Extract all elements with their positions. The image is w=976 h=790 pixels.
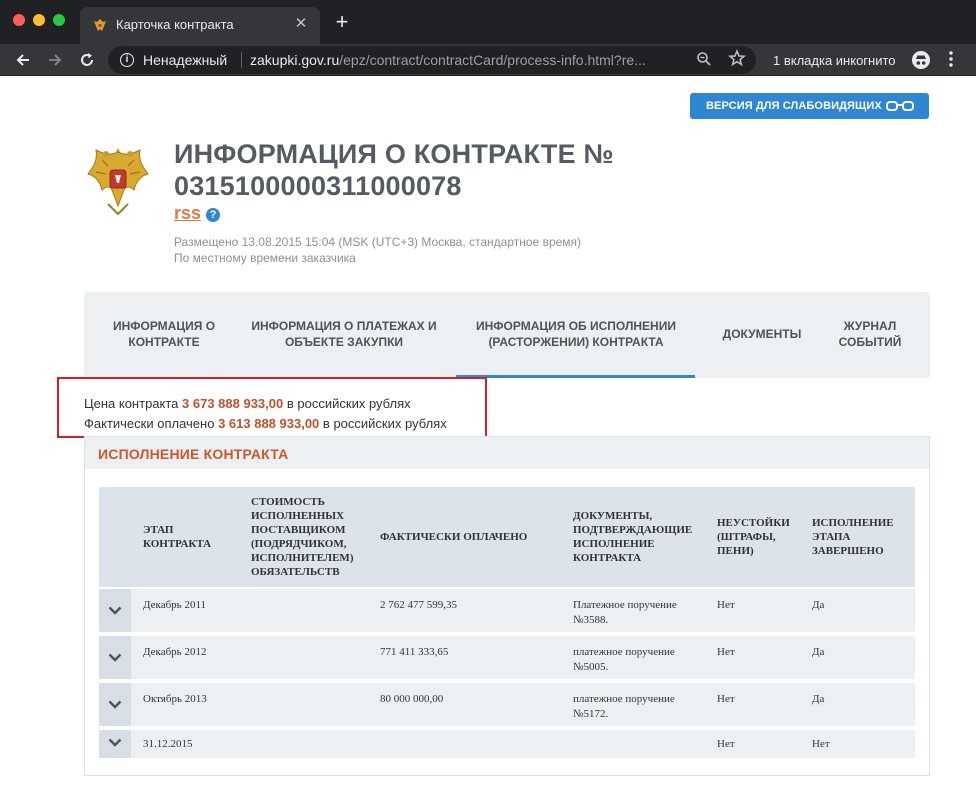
tab-event-log[interactable]: ЖУРНАЛ СОБЫТИЙ: [822, 318, 918, 350]
incognito-label[interactable]: 1 вкладка инкогнито: [773, 53, 896, 68]
paid-amount-label: Фактически оплачено: [84, 416, 215, 431]
column-header-cost: СТОИМОСТЬ ИСПОЛНЕННЫХ ПОСТАВЩИКОМ (ПОДРЯ…: [251, 496, 354, 578]
column-header-done: ИСПОЛНЕНИЕ ЭТАПА ЗАВЕРШЕНО: [812, 517, 894, 557]
arrow-right-icon: [49, 54, 62, 66]
chevron-down-icon: [108, 606, 122, 615]
info-icon[interactable]: i: [120, 53, 134, 67]
rss-link[interactable]: rss: [174, 203, 201, 224]
active-tab-indicator: [456, 375, 695, 378]
column-header-docs: ДОКУМЕНТЫ, ПОДТВЕРЖДАЮЩИЕ ИСПОЛНЕНИЕ КОН…: [573, 510, 693, 564]
kebab-menu-icon[interactable]: [948, 50, 954, 68]
cell-done: Да: [812, 599, 825, 611]
cell-paid: 80 000 000,00: [380, 693, 444, 705]
cell-done: Да: [812, 646, 825, 658]
omnibox-separator: [241, 52, 242, 68]
close-window-button[interactable]: [13, 14, 25, 26]
contract-price-value: 3 673 888 933,00: [182, 396, 284, 411]
column-header-paid: ФАКТИЧЕСКИ ОПЛАЧЕНО: [380, 531, 528, 543]
page-title-line1: ИНФОРМАЦИЯ О КОНТРАКТЕ №: [174, 139, 614, 169]
table-row: 31.12.2015 Нет Нет: [99, 730, 915, 758]
cell-penalty: Нет: [717, 693, 735, 705]
contract-tabs: ИНФОРМАЦИЯ О КОНТРАКТЕ ИНФОРМАЦИЯ О ПЛАТ…: [84, 292, 930, 378]
emblem-icon: [87, 148, 149, 216]
cell-docs: Платежное поручение №3588.: [573, 599, 677, 626]
tab-contract-info[interactable]: ИНФОРМАЦИЯ О КОНТРАКТЕ: [100, 318, 228, 350]
paid-amount-suffix: в российских рублях: [322, 416, 447, 431]
column-header-penalty: НЕУСТОЙКИ (ШТРАФЫ, ПЕНИ): [717, 517, 790, 557]
browser-tabstrip: Карточка контракта ✕ +: [0, 0, 976, 44]
execution-section: ИСПОЛНЕНИЕ КОНТРАКТА ЭТАП КОНТРАКТА СТОИ…: [84, 436, 930, 776]
cell-stage: Декабрь 2011: [143, 599, 207, 611]
tab-documents[interactable]: ДОКУМЕНТЫ: [712, 326, 812, 342]
reload-button[interactable]: [76, 49, 98, 71]
new-tab-button[interactable]: +: [332, 11, 352, 33]
emblem-favicon-icon: [94, 19, 106, 31]
help-icon[interactable]: ?: [206, 208, 220, 222]
execution-section-title: ИСПОЛНЕНИЕ КОНТРАКТА: [98, 446, 289, 462]
tab-execution-info[interactable]: ИНФОРМАЦИЯ ОБ ИСПОЛНЕНИИ (РАСТОРЖЕНИИ) К…: [464, 318, 688, 350]
incognito-icon[interactable]: [912, 51, 930, 69]
contract-price: Цена контракта 3 673 888 933,00 в россий…: [84, 396, 411, 411]
execution-table-header: ЭТАП КОНТРАКТА СТОИМОСТЬ ИСПОЛНЕННЫХ ПОС…: [99, 487, 915, 587]
placed-date: Размещено 13.08.2015 15:04 (MSK (UTC+3) …: [174, 235, 582, 249]
url-text[interactable]: zakupki.gov.ru/epz/contract/contractCard…: [250, 52, 646, 68]
contract-price-label: Цена контракта: [84, 396, 179, 411]
forward-button[interactable]: [44, 49, 66, 71]
maximize-window-button[interactable]: [53, 14, 65, 26]
table-row: Декабрь 2012 771 411 333,65 платежное по…: [99, 636, 915, 679]
cell-paid: 2 762 477 599,35: [380, 599, 457, 611]
contract-number: 0315100000311000078: [174, 171, 462, 201]
zoom-icon[interactable]: [696, 51, 712, 67]
insecure-label[interactable]: Ненадежный: [143, 52, 227, 68]
low-vision-label: ВЕРСИЯ ДЛЯ СЛАБОВИДЯЩИХ: [706, 100, 882, 112]
browser-tab[interactable]: Карточка контракта ✕: [80, 7, 320, 44]
expand-row-button[interactable]: [99, 683, 131, 726]
url-host: zakupki.gov.ru: [250, 52, 340, 68]
table-row: Декабрь 2011 2 762 477 599,35 Платежное …: [99, 589, 915, 632]
glasses-icon: [886, 101, 914, 111]
page-content: ВЕРСИЯ ДЛЯ СЛАБОВИДЯЩИХ ИНФОРМАЦИЯ О КОН…: [0, 76, 976, 790]
cell-stage: Декабрь 2012: [143, 646, 207, 658]
chevron-down-icon: [108, 738, 122, 747]
url-path: /epz/contract/contractCard/process-info.…: [339, 52, 646, 68]
cell-docs: платежное поручение №5172.: [573, 693, 675, 720]
chevron-down-icon: [108, 700, 122, 709]
execution-section-header: ИСПОЛНЕНИЕ КОНТРАКТА: [85, 437, 929, 469]
browser-toolbar: i Ненадежный zakupki.gov.ru/epz/contract…: [0, 44, 976, 76]
tab-close-icon[interactable]: ✕: [292, 15, 310, 33]
cell-stage: 31.12.2015: [143, 738, 193, 750]
cell-docs: платежное поручение №5005.: [573, 646, 675, 673]
page-title: ИНФОРМАЦИЯ О КОНТРАКТЕ № 031510000031100…: [174, 138, 674, 202]
column-header-stage: ЭТАП КОНТРАКТА: [143, 524, 212, 550]
paid-amount: Фактически оплачено 3 613 888 933,00 в р…: [84, 416, 447, 431]
paid-amount-value: 3 613 888 933,00: [218, 416, 320, 431]
cell-penalty: Нет: [717, 646, 735, 658]
cell-paid: 771 411 333,65: [380, 646, 449, 658]
minimize-window-button[interactable]: [33, 14, 45, 26]
table-row: Октябрь 2013 80 000 000,00 платежное пор…: [99, 683, 915, 726]
star-icon[interactable]: [728, 49, 746, 67]
cell-penalty: Нет: [717, 599, 735, 611]
reload-icon: [81, 53, 93, 66]
cell-done: Нет: [812, 738, 830, 750]
cell-done: Да: [812, 693, 825, 705]
address-bar[interactable]: i Ненадежный zakupki.gov.ru/epz/contract…: [108, 46, 756, 74]
expand-row-button[interactable]: [99, 636, 131, 679]
cell-penalty: Нет: [717, 738, 735, 750]
low-vision-button[interactable]: ВЕРСИЯ ДЛЯ СЛАБОВИДЯЩИХ: [690, 93, 929, 119]
local-time-note: По местному времени заказчика: [174, 251, 356, 265]
expand-row-button[interactable]: [99, 589, 131, 632]
chevron-down-icon: [108, 653, 122, 662]
back-button[interactable]: [12, 49, 34, 71]
expand-row-button[interactable]: [99, 730, 131, 758]
tab-payments-info[interactable]: ИНФОРМАЦИЯ О ПЛАТЕЖАХ И ОБЪЕКТЕ ЗАКУПКИ: [244, 318, 444, 350]
tab-title: Карточка контракта: [116, 17, 234, 32]
cell-stage: Октябрь 2013: [143, 693, 207, 705]
arrow-left-icon: [16, 54, 29, 66]
contract-price-suffix: в российских рублях: [286, 396, 411, 411]
